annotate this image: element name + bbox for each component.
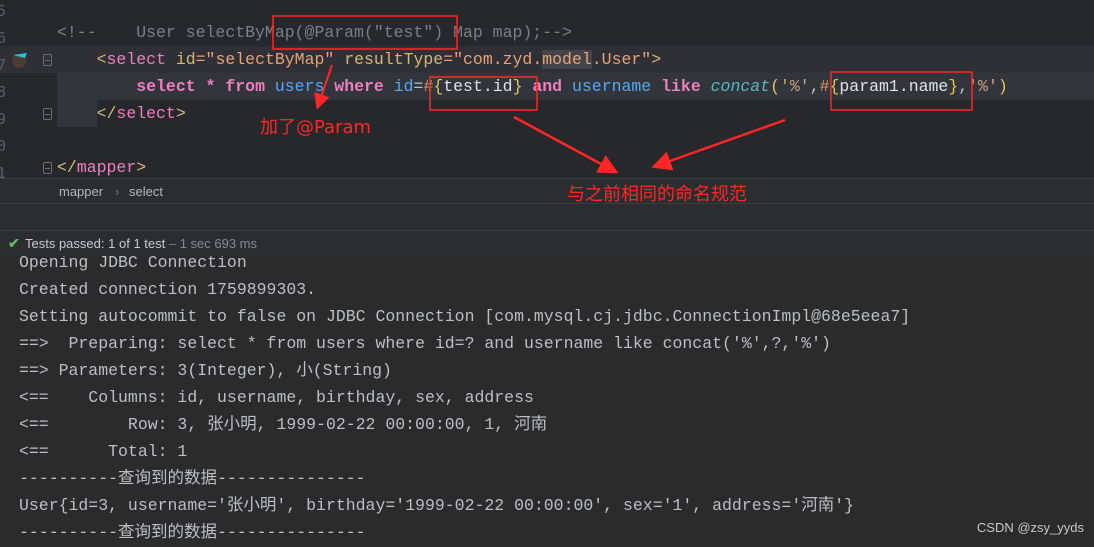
code-token: from: [225, 77, 265, 96]
fold-icon[interactable]: [43, 162, 52, 174]
breadcrumb: mapper › select: [0, 178, 1094, 204]
code-token: where: [334, 77, 384, 96]
line-number: 8: [0, 83, 6, 101]
console-line: ----------查询到的数据---------------: [19, 469, 366, 488]
code-token: .User": [591, 50, 652, 69]
test-total: of 1 test: [118, 236, 166, 251]
fold-icon[interactable]: [43, 54, 52, 66]
code-token: <!-- User selectByMap(@Param("test") Map…: [57, 23, 572, 42]
console-line: <== Total: 1: [19, 442, 188, 461]
code-token: mapper: [76, 158, 137, 177]
fold-icon[interactable]: [43, 108, 52, 120]
console-output[interactable]: Opening JDBC Connection Created connectio…: [0, 256, 1094, 547]
code-token: '%': [779, 77, 810, 96]
code-line: <!-- User selectByMap(@Param("test") Map…: [57, 19, 572, 46]
code-line: <select id="selectByMap" resultType="com…: [57, 46, 661, 73]
gutter-mapper-icon[interactable]: [10, 50, 30, 68]
code-token: select: [116, 104, 176, 123]
code-editor[interactable]: 5 6 7 8 9 0 1 <!-- User selectByMap(@Param("te…: [0, 0, 1094, 178]
code-token: {: [433, 77, 444, 96]
line-number: 1: [0, 164, 6, 178]
console-line: ==> Parameters: 3(Integer), 小(String): [19, 361, 392, 380]
code-token: id: [393, 77, 414, 96]
annotation-param-note: 加了@Param: [260, 117, 372, 138]
line-number: 0: [0, 137, 6, 155]
code-line: </mapper>: [57, 154, 146, 178]
code-token: (: [770, 77, 780, 96]
code-token: </: [96, 104, 117, 123]
line-number: 6: [0, 29, 6, 47]
annotation-naming-note: 与之前相同的命名规范: [567, 184, 747, 205]
code-token: param1.name: [839, 77, 949, 96]
breadcrumb-item-mapper[interactable]: mapper: [59, 179, 103, 204]
line-number: 9: [0, 110, 6, 128]
console-line: User{id=3, username='张小明', birthday='199…: [19, 496, 855, 515]
test-passed-count: 1: [108, 236, 116, 251]
line-number: 7: [0, 56, 6, 74]
console-line: Opening JDBC Connection: [19, 256, 247, 272]
watermark: CSDN @zsy_yyds: [976, 520, 1084, 535]
console-line: Created connection 1759899303.: [19, 280, 317, 299]
code-token: }: [512, 77, 523, 96]
code-token: }: [948, 77, 959, 96]
code-token: users: [274, 77, 325, 96]
code-token: model: [542, 50, 592, 69]
code-token: ,: [958, 77, 969, 96]
console-line: <== Row: 3, 张小明, 1999-02-22 00:00:00, 1,…: [19, 415, 548, 434]
run-toolbar: [0, 203, 1094, 231]
code-token: '%': [968, 77, 998, 96]
code-token: >: [651, 50, 662, 69]
code-token: ="selectByMap": [195, 50, 335, 69]
code-token: id: [175, 50, 196, 69]
code-token: ,: [809, 77, 820, 96]
code-token: *: [205, 77, 216, 96]
code-token: test.id: [443, 77, 513, 96]
breadcrumb-item-select[interactable]: select: [129, 179, 163, 204]
test-duration: – 1 sec 693 ms: [168, 236, 258, 251]
code-token: ): [997, 77, 1008, 96]
code-line: select * from users where id=#{test.id} …: [57, 73, 1008, 100]
test-status-label: Tests passed:: [25, 236, 105, 251]
code-token: =: [413, 77, 424, 96]
code-token: select: [106, 50, 166, 69]
console-line: <== Columns: id, username, birthday, sex…: [19, 388, 534, 407]
code-token: </: [57, 158, 77, 177]
check-icon: ✔: [8, 235, 20, 251]
code-token: #: [423, 77, 434, 96]
console-line: Setting autocommit to false on JDBC Conn…: [19, 307, 911, 326]
code-token: username: [572, 77, 652, 96]
code-token: select: [136, 77, 196, 96]
console-line: ==> Preparing: select * from users where…: [19, 334, 831, 353]
line-number: 5: [0, 2, 6, 20]
code-token: {: [829, 77, 840, 96]
breadcrumb-separator: ›: [115, 184, 120, 199]
code-token: >: [136, 158, 147, 177]
code-token: <: [96, 50, 107, 69]
code-token: and: [532, 77, 563, 96]
code-token: resultType: [344, 50, 444, 69]
code-token: >: [175, 104, 186, 123]
code-token: like: [661, 77, 701, 96]
console-line: ----------查询到的数据---------------: [19, 523, 366, 542]
code-line: </select>: [57, 100, 186, 127]
test-status-bar: ✔ Tests passed: 1 of 1 test – 1 sec 693 …: [0, 230, 1094, 257]
code-token: ="com.zyd.: [443, 50, 543, 69]
code-token: concat: [710, 77, 771, 96]
code-token: #: [819, 77, 830, 96]
